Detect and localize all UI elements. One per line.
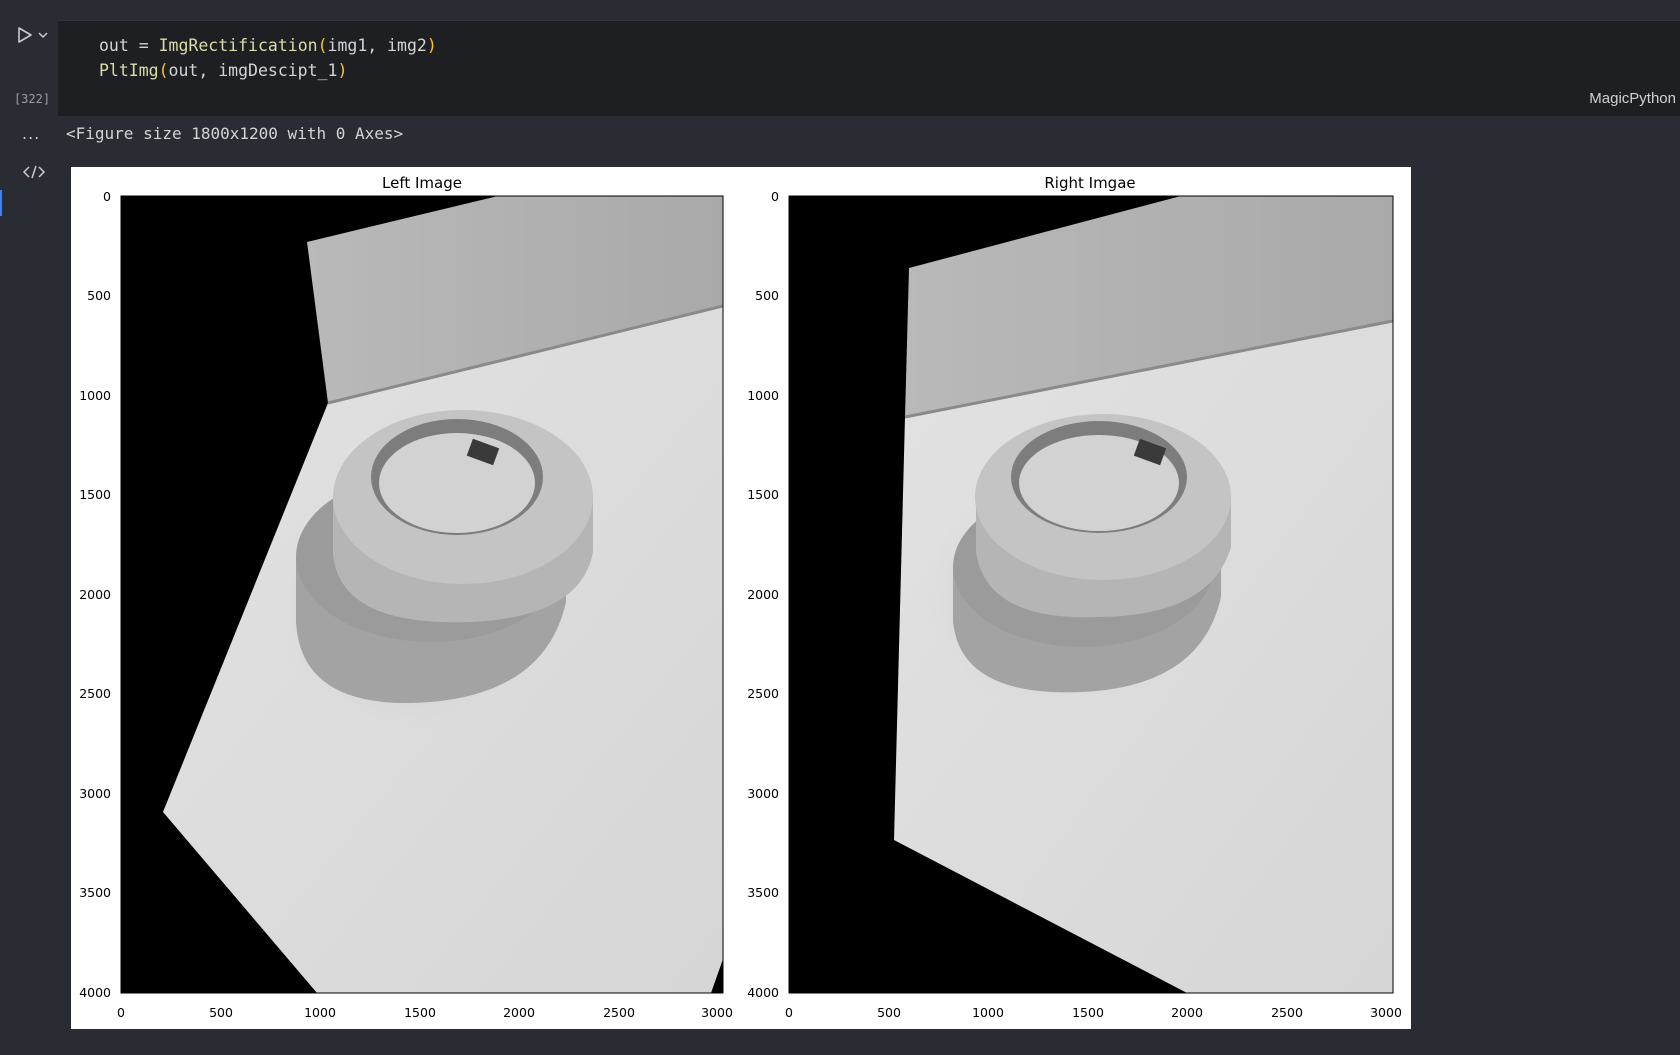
code-line-1: out = ImgRectification(img1, img2) (99, 36, 437, 55)
tick-label: 2500 (1271, 1005, 1303, 1020)
tick-label: 2000 (79, 587, 111, 602)
tick-label: 0 (771, 189, 779, 204)
code-editor-text[interactable]: out = ImgRectification(img1, img2) PltIm… (99, 34, 437, 83)
figure-output-image: Left Image 0 500 1000 1500 2000 2500 300… (71, 167, 1411, 1029)
cell-focus-indicator (0, 190, 2, 216)
left-image-panel: Left Image 0 500 1000 1500 2000 2500 300… (79, 174, 733, 1020)
left-y-axis: 0 500 1000 1500 2000 2500 3000 3500 4000 (79, 189, 111, 1000)
tick-label: 500 (755, 288, 779, 303)
left-image-title: Left Image (382, 174, 462, 192)
code-icon[interactable] (22, 164, 46, 180)
left-x-axis: 0 500 1000 1500 2000 2500 3000 (117, 1005, 733, 1020)
tick-label: 1000 (304, 1005, 336, 1020)
tick-label: 0 (785, 1005, 793, 1020)
tick-label: 2000 (503, 1005, 535, 1020)
tick-label: 3000 (79, 786, 111, 801)
tick-label: 2000 (747, 587, 779, 602)
execution-count: [322] (13, 92, 51, 106)
right-y-axis: 0 500 1000 1500 2000 2500 3000 3500 4000 (747, 189, 779, 1000)
tick-label: 2500 (747, 686, 779, 701)
cell-language-label[interactable]: MagicPython (1589, 90, 1676, 107)
tick-label: 500 (87, 288, 111, 303)
tick-label: 0 (103, 189, 111, 204)
tick-label: 500 (877, 1005, 901, 1020)
tick-label: 1500 (747, 487, 779, 502)
output-text: <Figure size 1800x1200 with 0 Axes> (66, 124, 404, 143)
chevron-down-icon[interactable] (38, 32, 48, 39)
tick-label: 1500 (79, 487, 111, 502)
tick-label: 3000 (701, 1005, 733, 1020)
tick-label: 1000 (747, 388, 779, 403)
left-image (121, 196, 723, 993)
tick-label: 4000 (747, 985, 779, 1000)
bottom-strip (0, 1030, 1680, 1055)
right-x-axis: 0 500 1000 1500 2000 2500 3000 (785, 1005, 1402, 1020)
play-icon (18, 27, 32, 43)
top-strip (0, 0, 1680, 20)
tick-label: 1500 (404, 1005, 436, 1020)
tick-label: 3000 (747, 786, 779, 801)
run-cell-button[interactable] (15, 24, 55, 46)
right-image (789, 196, 1393, 993)
tick-label: 3000 (1370, 1005, 1402, 1020)
tick-label: 3500 (747, 885, 779, 900)
tick-label: 2500 (603, 1005, 635, 1020)
right-image-panel: Right Imgae 0 500 1000 1500 2000 2500 30… (747, 174, 1402, 1020)
tick-label: 500 (209, 1005, 233, 1020)
right-image-title: Right Imgae (1044, 174, 1135, 192)
tick-label: 1000 (972, 1005, 1004, 1020)
tick-label: 2500 (79, 686, 111, 701)
tick-label: 2000 (1171, 1005, 1203, 1020)
code-line-2: PltImg(out, imgDescipt_1) (99, 60, 348, 80)
tick-label: 0 (117, 1005, 125, 1020)
tick-label: 4000 (79, 985, 111, 1000)
output-more-actions[interactable]: ... (22, 124, 40, 143)
tick-label: 1000 (79, 388, 111, 403)
tick-label: 3500 (79, 885, 111, 900)
tick-label: 1500 (1072, 1005, 1104, 1020)
